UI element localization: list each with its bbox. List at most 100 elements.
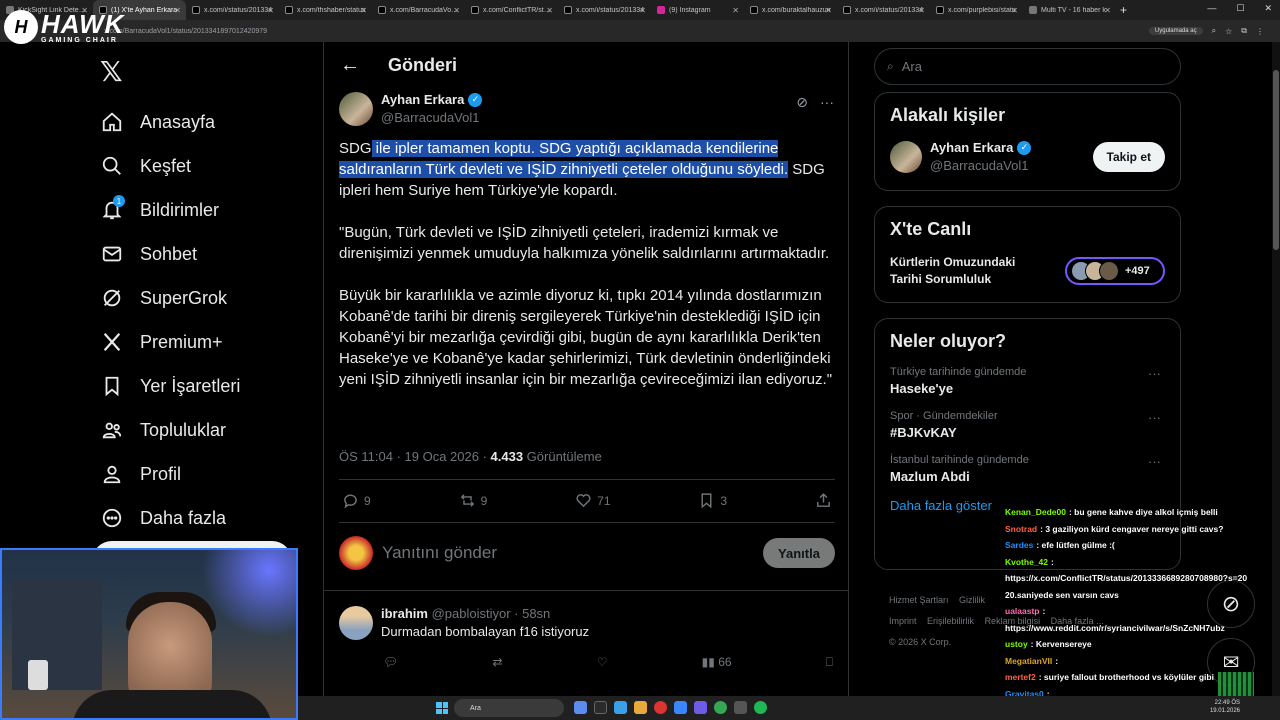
author-handle[interactable]: @BarracudaVol1 [381,110,482,125]
share-button[interactable] [815,492,832,509]
avatar[interactable] [339,606,373,640]
app-icon[interactable] [594,701,607,714]
avatar[interactable] [339,92,373,126]
views-button[interactable]: ▮▮ 66 [702,655,732,670]
trend-item[interactable]: Spor · Gündemdekiler #BJKvKAY ··· [890,410,1165,440]
follow-button[interactable]: Takip et [1092,141,1165,172]
menu-icon[interactable]: ⋮ [1256,27,1264,36]
nav-item-more[interactable]: Daha fazla [100,496,240,540]
browser-tab[interactable]: x.com/buraktalhauzun ✕ [744,0,837,20]
footer-link[interactable]: Gizlilik [959,595,985,605]
repost-icon[interactable]: ⇄ [492,655,502,670]
clock-time: 22:49 ÖS [1214,700,1240,706]
bookmark-icon[interactable]: ⎕ [826,655,833,670]
close-icon[interactable]: ✕ [1264,3,1272,14]
post-paragraph: Büyük bir kararlılıkla ve azimle diyoruz… [339,287,833,388]
like-button[interactable]: 71 [575,492,611,509]
url-field[interactable]: x.com/BarracudaVol1/status/2013341897012… [104,28,267,35]
post-author[interactable]: Ayhan Erkara ✓ @BarracudaVol1 [339,92,483,126]
scrollbar-thumb[interactable] [1273,70,1279,250]
browser-tab[interactable]: (9) Instagram ✕ [651,0,744,20]
chat-username[interactable]: Kvothe_42 [1005,557,1048,567]
related-handle[interactable]: @BarracudaVol1 [930,158,1031,173]
bookmark-button[interactable]: 3 [698,492,727,509]
browser-tab[interactable]: x.com/thshaber/status ✕ [279,0,372,20]
footer-link[interactable]: Imprint [889,616,917,626]
nav-item-bookmarks[interactable]: Yer İşaretleri [100,364,240,408]
reply-post[interactable]: ibrahim @pabloistiyor · 58sn Durmadan bo… [339,606,835,669]
open-in-app-button[interactable]: Uygulamada aç [1148,27,1203,35]
more-options-icon[interactable]: ··· [1148,366,1161,381]
repost-button[interactable]: 9 [459,492,487,509]
minimize-icon[interactable]: — [1207,3,1216,14]
search-input[interactable]: ⌕ Ara [874,48,1181,85]
more-options-icon[interactable]: ··· [1148,410,1161,425]
back-arrow-icon[interactable]: ← [340,54,370,77]
folder-icon[interactable] [634,701,647,714]
spotify-icon[interactable] [754,701,767,714]
reply-button[interactable]: 9 [342,492,371,509]
share-icon [817,493,830,507]
browser-tab[interactable]: x.com/BarracudaVol1/s ✕ [372,0,465,20]
app-icon[interactable] [574,701,587,714]
app-icon[interactable] [694,701,707,714]
nav-item-profile[interactable]: Profil [100,452,240,496]
chat-username[interactable]: ualaastp [1005,606,1040,616]
reply-icon[interactable]: 💬︎ [383,655,398,670]
nav-item-chat[interactable]: Sohbet [100,232,240,276]
live-space[interactable]: Kürtlerin Omuzundaki Tarihi Sorumluluk +… [890,254,1165,288]
reply-author-name[interactable]: ibrahim [381,606,428,621]
x-logo-icon[interactable]: 𝕏 [100,55,123,88]
windows-start-icon[interactable] [436,702,448,714]
extensions-icon[interactable]: ⧉ [1241,26,1247,36]
app-icon[interactable] [734,701,747,714]
footer-link[interactable]: Erişilebilirlik [927,616,974,626]
chat-username[interactable]: mertef2 [1005,672,1036,682]
nav-item-home[interactable]: Anasayfa [100,100,240,144]
nav-item-communities[interactable]: Topluluklar [100,408,240,452]
divider [339,479,835,480]
heart-icon[interactable]: ♡ [597,655,608,670]
nav-item-supergrok[interactable]: SuperGrok [100,276,240,320]
chat-username[interactable]: Kenan_Dede00 [1005,507,1066,517]
avatar[interactable] [890,140,922,173]
reply-submit-button[interactable]: Yanıtla [763,538,835,568]
related-name[interactable]: Ayhan Erkara [930,140,1013,155]
browser-tab[interactable]: x.com/purplebisi/statu ✕ [930,0,1023,20]
nav-item-notifications[interactable]: 1 Bildirimler [100,188,240,232]
app-icon[interactable] [674,701,687,714]
browser-tab[interactable]: x.com/i/status/201334 ✕ [186,0,279,20]
browser-tab[interactable]: Multi TV - 16 haber k ✕ [1023,0,1116,20]
trend-item[interactable]: İstanbul tarihinde gündemde Mazlum Abdi … [890,454,1165,484]
maximize-icon[interactable]: ☐ [1236,3,1244,14]
browser-tab[interactable]: x.com/ConflictTR/statu ✕ [465,0,558,20]
browser-tab[interactable]: x.com/i/status/201334 ✕ [837,0,930,20]
author-name[interactable]: Ayhan Erkara [381,92,464,107]
chat-username[interactable]: Sardes [1005,540,1033,550]
chrome-icon[interactable] [714,701,727,714]
trend-item[interactable]: Türkiye tarihinde gündemde Haseke'ye ··· [890,366,1165,396]
nav-item-explore[interactable]: Keşfet [100,144,240,188]
star-icon[interactable]: ☆ [1225,27,1232,36]
reply-author-handle[interactable]: @pabloistiyor · 58sn [432,606,551,621]
chat-username[interactable]: MegatianVII [1005,656,1052,666]
more-options-icon[interactable]: ··· [1148,454,1161,469]
browser-tab[interactable]: x.com/i/status/201334 ✕ [558,0,651,20]
grok-icon[interactable]: ⊘ [796,94,808,111]
taskbar-clock[interactable]: 22:49 ÖS 19.01.2026 [1210,699,1240,715]
chat-username[interactable]: Snotrad [1005,524,1037,534]
more-options-icon[interactable]: ··· [820,94,834,111]
taskbar-search[interactable]: Ara [454,699,564,717]
live-topic[interactable]: Kürtlerin Omuzundaki Tarihi Sorumluluk [890,254,1045,288]
zoom-icon[interactable]: ⌕ [1212,26,1216,36]
new-tab-button[interactable]: + [1120,3,1127,17]
footer-link[interactable]: Hizmet Şartları [889,595,949,605]
app-icon[interactable] [654,701,667,714]
chat-text: : [1051,556,1054,567]
post-timestamp[interactable]: ÖS 11:04 · 19 Oca 2026 · [339,449,491,464]
live-listeners[interactable]: +497 [1065,257,1165,285]
nav-item-premium[interactable]: Premium+ [100,320,240,364]
app-icon[interactable] [614,701,627,714]
reply-input[interactable]: Yanıtını gönder [382,543,763,563]
chat-username[interactable]: ustoy [1005,639,1028,649]
